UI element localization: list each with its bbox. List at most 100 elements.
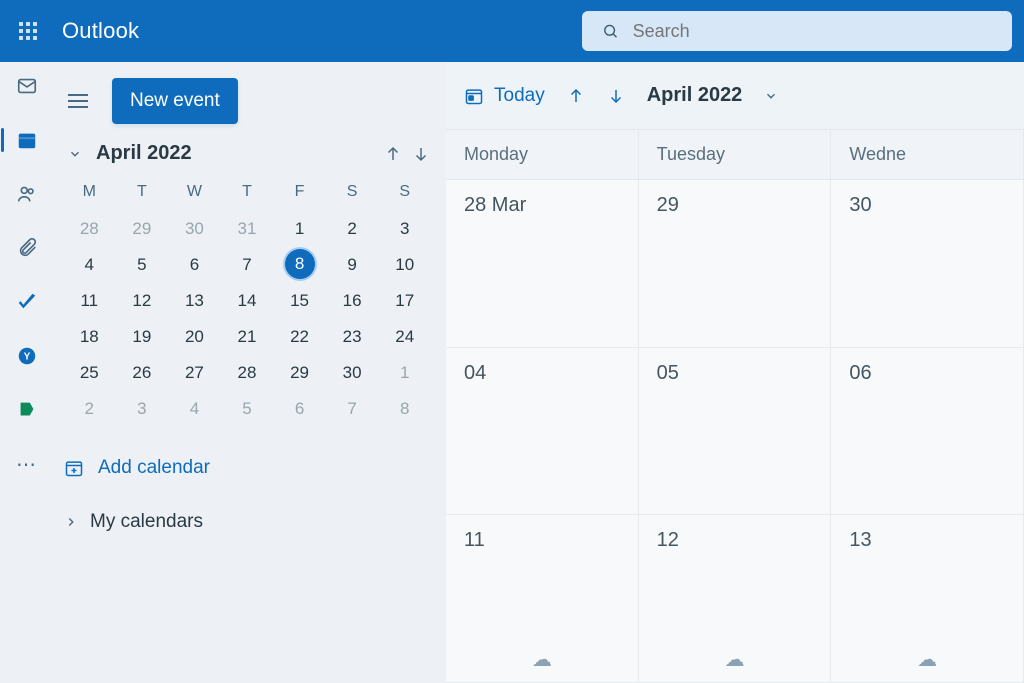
rail-bookings[interactable] <box>7 394 47 426</box>
calendar-cell[interactable]: 30 <box>831 180 1024 348</box>
calendar-cell[interactable]: 06 <box>831 348 1024 516</box>
mini-day[interactable]: 6 <box>274 393 325 425</box>
app-header: Outlook <box>0 0 1024 62</box>
chevron-right-icon <box>64 515 78 529</box>
rail-mail[interactable] <box>7 70 47 102</box>
mini-day[interactable]: 27 <box>169 357 220 389</box>
mini-day[interactable]: 7 <box>327 393 378 425</box>
app-name: Outlook <box>62 18 139 44</box>
mini-day[interactable]: 1 <box>274 213 325 245</box>
mini-day[interactable]: 13 <box>169 285 220 317</box>
grid-day-header: Tuesday <box>639 130 832 179</box>
search-box[interactable] <box>582 11 1012 51</box>
mini-calendar-title: April 2022 <box>96 142 374 165</box>
calendar-cell[interactable]: 11☁ <box>446 515 639 683</box>
add-calendar-button[interactable]: Add calendar <box>60 451 434 485</box>
add-calendar-label: Add calendar <box>98 457 210 479</box>
search-input[interactable] <box>633 21 992 42</box>
weather-icon: ☁ <box>724 647 744 672</box>
mini-day[interactable]: 8 <box>379 393 430 425</box>
my-calendars-label: My calendars <box>90 511 203 533</box>
mini-day[interactable]: 9 <box>327 249 378 281</box>
calendar-cell[interactable]: 12☁ <box>639 515 832 683</box>
mini-month-dropdown[interactable] <box>64 143 86 165</box>
calendar-cell[interactable]: 04 <box>446 348 639 516</box>
mini-day[interactable]: 19 <box>117 321 168 353</box>
mini-day[interactable]: 25 <box>64 357 115 389</box>
calendar-grid-body: 28 Mar 29 30 04 0506 11☁12☁13☁ <box>446 180 1024 683</box>
mini-day[interactable]: 28 <box>222 357 273 389</box>
calendar-cell[interactable]: 28 Mar <box>446 180 639 348</box>
weather-icon: ☁ <box>532 647 552 672</box>
mini-calendar-grid: MTWTFSS282930311234567891011121314151617… <box>64 177 430 425</box>
mini-day[interactable]: 12 <box>117 285 168 317</box>
calendar-cell[interactable]: 05 <box>639 348 832 516</box>
rail-yammer[interactable]: Y <box>7 340 47 372</box>
mini-day[interactable]: 8 <box>285 249 315 279</box>
mini-day[interactable]: 30 <box>327 357 378 389</box>
toolbar-month-label[interactable]: April 2022 <box>647 84 743 107</box>
mini-day[interactable]: 22 <box>274 321 325 353</box>
rail-files[interactable] <box>7 232 47 264</box>
mini-prev-button[interactable] <box>384 145 402 163</box>
app-launcher-button[interactable] <box>8 11 48 51</box>
svg-text:Y: Y <box>24 352 31 363</box>
rail-calendar[interactable] <box>7 124 47 156</box>
mini-day[interactable]: 31 <box>222 213 273 245</box>
today-label: Today <box>494 85 545 107</box>
rail-more[interactable]: ⋯ <box>7 448 47 480</box>
mini-next-button[interactable] <box>412 145 430 163</box>
mini-day[interactable]: 5 <box>222 393 273 425</box>
mini-day[interactable]: 17 <box>379 285 430 317</box>
mini-day[interactable]: 4 <box>64 249 115 281</box>
toolbar-month-dropdown[interactable] <box>764 89 778 103</box>
cell-date: 29 <box>657 194 679 216</box>
mini-day[interactable]: 23 <box>327 321 378 353</box>
main-pane: Today April 2022 MondayTuesdayWedne 28 M… <box>446 62 1024 683</box>
today-button[interactable]: Today <box>464 85 545 107</box>
chevron-down-icon <box>764 89 778 103</box>
calendar-cell[interactable]: 13☁ <box>831 515 1024 683</box>
mini-day[interactable]: 5 <box>117 249 168 281</box>
calendar-today-icon <box>464 86 484 106</box>
mini-day[interactable]: 21 <box>222 321 273 353</box>
mini-day[interactable]: 2 <box>64 393 115 425</box>
toolbar-prev-button[interactable] <box>567 87 585 105</box>
rail-people[interactable] <box>7 178 47 210</box>
mini-day[interactable]: 1 <box>379 357 430 389</box>
toolbar-next-button[interactable] <box>607 87 625 105</box>
mini-day[interactable]: 3 <box>117 393 168 425</box>
cell-date: 04 <box>464 362 486 384</box>
hamburger-button[interactable] <box>60 87 96 115</box>
mini-day[interactable]: 3 <box>379 213 430 245</box>
mini-day[interactable]: 28 <box>64 213 115 245</box>
calendar-cell[interactable]: 29 <box>639 180 832 348</box>
mini-day[interactable]: 29 <box>274 357 325 389</box>
mini-dow: T <box>222 177 273 209</box>
mini-day[interactable]: 24 <box>379 321 430 353</box>
mini-day[interactable]: 18 <box>64 321 115 353</box>
mini-day[interactable]: 30 <box>169 213 220 245</box>
mini-day[interactable]: 29 <box>117 213 168 245</box>
mini-day[interactable]: 10 <box>379 249 430 281</box>
checkmark-icon <box>16 291 38 313</box>
mini-day[interactable]: 14 <box>222 285 273 317</box>
mini-day[interactable]: 11 <box>64 285 115 317</box>
mini-calendar: April 2022 MTWTFSS2829303112345678910111… <box>60 142 434 425</box>
mini-day[interactable]: 26 <box>117 357 168 389</box>
mini-day[interactable]: 4 <box>169 393 220 425</box>
mini-day[interactable]: 7 <box>222 249 273 281</box>
mini-dow: W <box>169 177 220 209</box>
new-event-button[interactable]: New event <box>112 78 238 124</box>
mini-day[interactable]: 20 <box>169 321 220 353</box>
rail-todo[interactable] <box>7 286 47 318</box>
mini-day[interactable]: 15 <box>274 285 325 317</box>
attachment-icon <box>16 237 38 259</box>
mini-day[interactable]: 2 <box>327 213 378 245</box>
mini-dow: S <box>327 177 378 209</box>
arrow-down-icon <box>412 145 430 163</box>
my-calendars-section[interactable]: My calendars <box>60 505 434 539</box>
mini-day[interactable]: 16 <box>327 285 378 317</box>
arrow-up-icon <box>567 87 585 105</box>
mini-day[interactable]: 6 <box>169 249 220 281</box>
